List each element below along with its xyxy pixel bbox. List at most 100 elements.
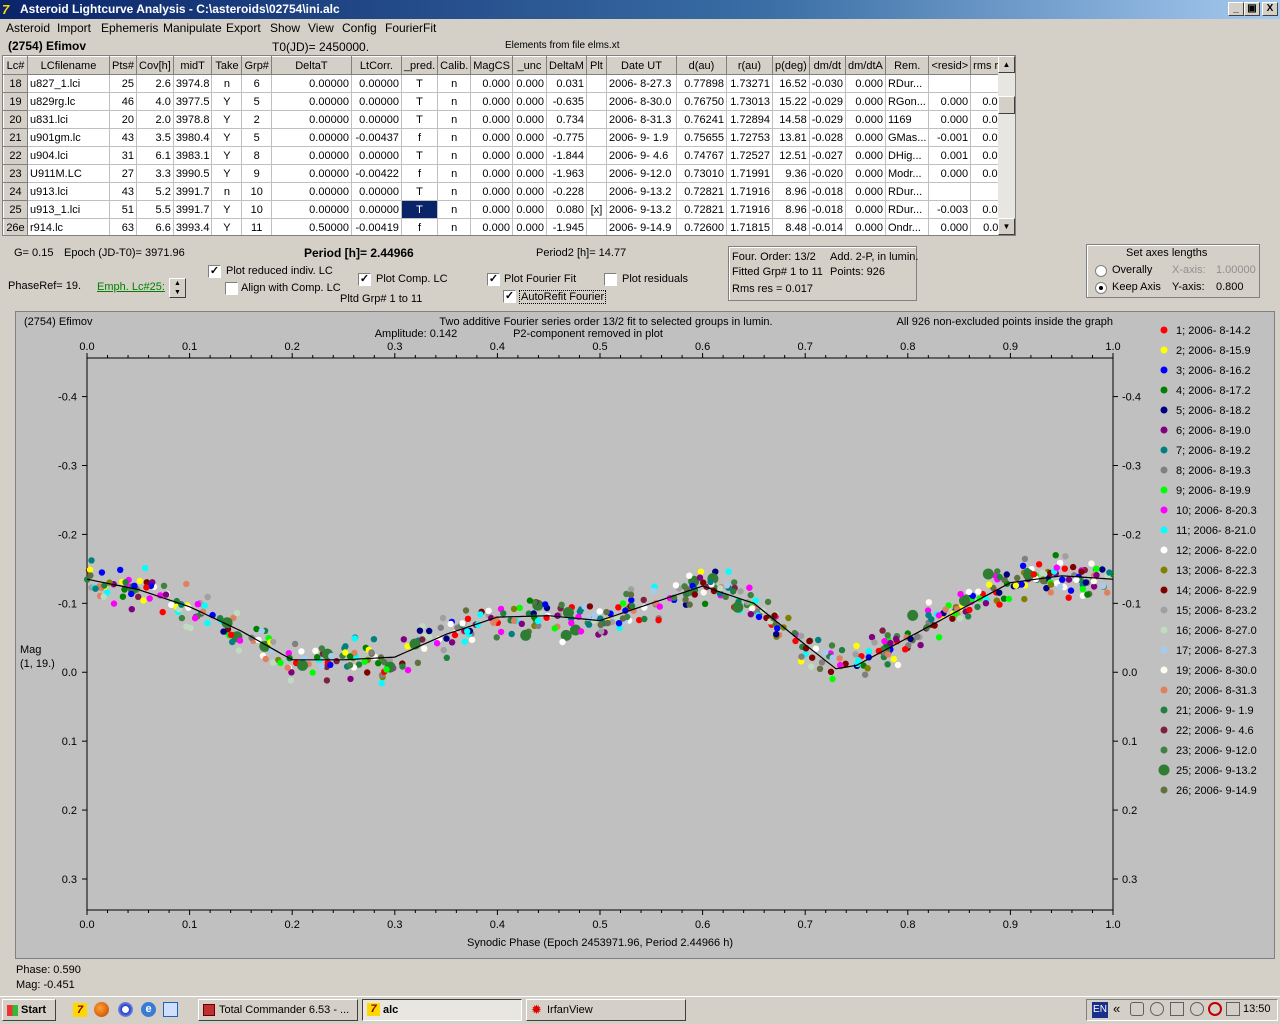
- table-cell[interactable]: 2006- 9-13.2: [605, 182, 677, 201]
- yaxis-value[interactable]: 0.800: [1216, 281, 1244, 293]
- plot-fourier-checkbox[interactable]: [487, 273, 500, 286]
- column-header[interactable]: r(au): [725, 56, 773, 75]
- table-cell[interactable]: [928, 74, 972, 93]
- table-cell[interactable]: 8: [241, 146, 272, 165]
- table-cell[interactable]: U911M.LC: [27, 164, 110, 183]
- row-number[interactable]: 18: [3, 74, 28, 93]
- lightcurve-plot[interactable]: 0.0 0.0 0.1 0.1 0.2 0.2 0.3 0.3 0.4 0.4 0.5 0.5 0.6 0…: [16, 312, 1274, 958]
- lightcurve-plot-panel[interactable]: 0.0 0.0 0.1 0.1 0.2 0.2 0.3 0.3 0.4 0.4 0.5 0.5 0.6 0…: [15, 311, 1275, 959]
- table-cell[interactable]: 0.75655: [675, 128, 727, 147]
- column-header[interactable]: midT: [172, 56, 213, 75]
- table-cell[interactable]: 3993.4: [172, 218, 213, 235]
- table-cell[interactable]: 0.000: [928, 110, 972, 129]
- table-cell[interactable]: [585, 110, 607, 129]
- table-cell[interactable]: 0.000: [844, 146, 886, 165]
- plot-comp-checkbox[interactable]: [358, 273, 371, 286]
- table-cell[interactable]: Modr...: [884, 164, 930, 183]
- table-cell[interactable]: Y: [211, 146, 243, 165]
- table-cell[interactable]: T: [400, 146, 439, 165]
- table-cell[interactable]: 3978.8: [172, 110, 213, 129]
- table-cell[interactable]: 5: [241, 128, 272, 147]
- table-cell[interactable]: 5.5: [136, 200, 174, 219]
- table-cell[interactable]: 0.000: [928, 218, 972, 235]
- scroll-up-button[interactable]: ▲: [998, 56, 1015, 73]
- table-cell[interactable]: 2: [241, 110, 272, 129]
- table-cell[interactable]: 0.000: [511, 128, 547, 147]
- plot-reduced-checkbox[interactable]: [208, 265, 221, 278]
- table-cell[interactable]: RGon...: [884, 92, 930, 111]
- table-cell[interactable]: 43: [108, 182, 138, 201]
- table-cell[interactable]: 0.734: [545, 110, 587, 129]
- table-cell[interactable]: 1169: [884, 110, 930, 129]
- table-cell[interactable]: 4.0: [136, 92, 174, 111]
- table-cell[interactable]: 3.3: [136, 164, 174, 183]
- column-header[interactable]: _pred.: [400, 56, 439, 75]
- table-cell[interactable]: [585, 92, 607, 111]
- table-cell[interactable]: 0.000: [470, 164, 513, 183]
- table-cell[interactable]: n: [437, 218, 472, 235]
- table-cell[interactable]: 0.000: [470, 200, 513, 219]
- minimize-button[interactable]: _: [1228, 2, 1244, 16]
- table-cell[interactable]: -0.00419: [350, 218, 402, 235]
- table-cell[interactable]: n: [437, 74, 472, 93]
- table-cell[interactable]: 14.58: [771, 110, 810, 129]
- table-cell[interactable]: 0.73010: [675, 164, 727, 183]
- table-cell[interactable]: 6.6: [136, 218, 174, 235]
- table-cell[interactable]: 1.73013: [725, 92, 773, 111]
- column-header[interactable]: Take: [211, 56, 243, 75]
- table-cell[interactable]: 2.6: [136, 74, 174, 93]
- ie-icon[interactable]: e: [141, 1002, 156, 1017]
- table-cell[interactable]: T: [400, 110, 439, 129]
- table-cell[interactable]: f: [400, 128, 439, 147]
- media-icon[interactable]: [118, 1002, 133, 1017]
- table-cell[interactable]: 0.000: [511, 146, 547, 165]
- table-cell[interactable]: 10: [241, 200, 272, 219]
- table-row[interactable]: 23 U911M.LC 27 3.3 3990.5 Y 9 0.00000 -0.00422 f n…: [3, 164, 1013, 183]
- xaxis-value[interactable]: 1.00000: [1216, 264, 1256, 276]
- emph-spinner[interactable]: ▲ ▼: [169, 278, 186, 298]
- table-row[interactable]: 25 u913_1.lci 51 5.5 3991.7 Y 10 0.00000 0.00000…: [3, 200, 1013, 219]
- period2-label[interactable]: Period2 [h]= 14.77: [536, 247, 626, 259]
- table-cell[interactable]: 0.00000: [350, 146, 402, 165]
- close-button[interactable]: X: [1262, 2, 1278, 16]
- table-cell[interactable]: f: [400, 164, 439, 183]
- table-cell[interactable]: 0.76241: [675, 110, 727, 129]
- firefox-icon[interactable]: [94, 1002, 109, 1017]
- table-cell[interactable]: 2006- 9-13.2: [605, 200, 677, 219]
- table-cell[interactable]: RDur...: [884, 200, 930, 219]
- table-cell[interactable]: -0.030: [808, 74, 846, 93]
- table-cell[interactable]: 15.22: [771, 92, 810, 111]
- table-cell[interactable]: 2006- 9-14.9: [605, 218, 677, 235]
- table-cell[interactable]: 0.000: [844, 182, 886, 201]
- table-cell[interactable]: 0.000: [470, 110, 513, 129]
- table-cell[interactable]: 0.000: [511, 182, 547, 201]
- maximize-button[interactable]: ▣: [1244, 2, 1260, 16]
- table-cell[interactable]: 0.000: [470, 128, 513, 147]
- table-cell[interactable]: u827_1.lci: [27, 74, 110, 93]
- row-number[interactable]: 21: [3, 128, 28, 147]
- row-number[interactable]: 25: [3, 200, 28, 219]
- table-row[interactable]: 21 u901gm.lc 43 3.5 3980.4 Y 5 0.00000 -0.00437 f…: [3, 128, 1013, 147]
- table-cell[interactable]: n: [437, 146, 472, 165]
- table-cell[interactable]: -0.00422: [350, 164, 402, 183]
- column-header[interactable]: LCfilename: [27, 56, 110, 75]
- table-cell[interactable]: 0.000: [844, 74, 886, 93]
- column-header[interactable]: Calib.: [437, 56, 472, 75]
- overally-radio[interactable]: [1095, 265, 1107, 277]
- column-header[interactable]: <resid>: [928, 56, 972, 75]
- row-number[interactable]: 22: [3, 146, 28, 165]
- table-cell[interactable]: 0.000: [928, 164, 972, 183]
- table-cell[interactable]: 9: [241, 164, 272, 183]
- table-cell[interactable]: 1.71815: [725, 218, 773, 235]
- table-cell[interactable]: [585, 218, 607, 235]
- column-header[interactable]: Date UT: [605, 56, 677, 75]
- table-cell[interactable]: 6: [241, 74, 272, 93]
- column-header[interactable]: dm/dtA: [844, 56, 886, 75]
- table-cell[interactable]: 51: [108, 200, 138, 219]
- table-cell[interactable]: 5.2: [136, 182, 174, 201]
- table-cell[interactable]: 0.000: [511, 218, 547, 235]
- table-cell[interactable]: 0.080: [545, 200, 587, 219]
- table-cell[interactable]: 0.000: [470, 182, 513, 201]
- table-cell[interactable]: 0.00000: [350, 74, 402, 93]
- table-cell[interactable]: 3977.5: [172, 92, 213, 111]
